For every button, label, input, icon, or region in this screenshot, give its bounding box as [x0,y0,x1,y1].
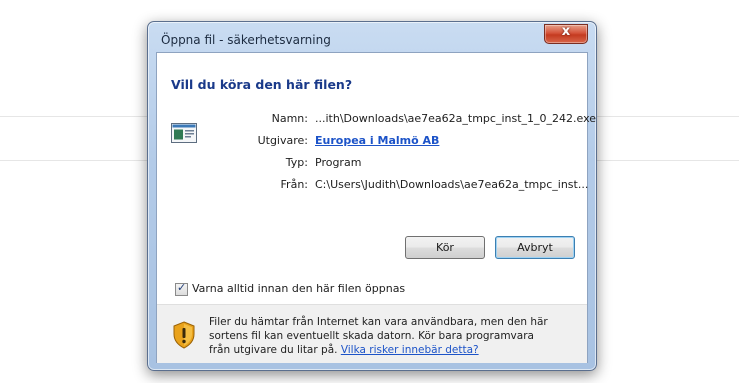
warn-always-label[interactable]: Varna alltid innan den här filen öppnas [192,282,405,295]
dialog-heading: Vill du köra den här filen? [171,77,353,92]
dialog-title: Öppna fil - säkerhetsvarning [161,33,331,47]
application-window-icon [171,123,197,143]
close-icon: x [561,24,571,39]
name-value: ...ith\Downloads\ae7ea62a_tmpc_inst_1_0_… [315,112,597,125]
warn-always-checkbox[interactable]: ✓ [175,281,188,296]
type-value: Program [315,156,362,169]
security-warning-dialog: Öppna fil - säkerhetsvarning x Vill du k… [147,21,597,371]
close-button[interactable]: x [544,24,588,44]
name-label: Namn: [271,112,308,125]
publisher-link[interactable]: Europea i Malmö AB [315,134,439,147]
type-label: Typ: [285,156,308,169]
title-bar[interactable]: Öppna fil - säkerhetsvarning x [148,22,596,56]
from-value: C:\Users\Judith\Downloads\ae7ea62a_tmpc_… [315,178,589,191]
dialog-content: Vill du köra den här filen? Namn: ...ith… [156,52,596,363]
footer-text: Filer du hämtar från Internet kan vara a… [209,315,554,357]
publisher-label: Utgivare: [257,134,308,147]
security-shield-icon [172,321,196,349]
from-label: Från: [280,178,308,191]
run-button[interactable]: Kör [405,236,485,259]
cancel-button[interactable]: Avbryt [495,236,575,259]
warning-footer: Filer du hämtar från Internet kan vara a… [157,304,587,363]
risks-link[interactable]: Vilka risker innebär detta? [341,344,479,356]
checkmark-icon: ✓ [177,281,187,294]
